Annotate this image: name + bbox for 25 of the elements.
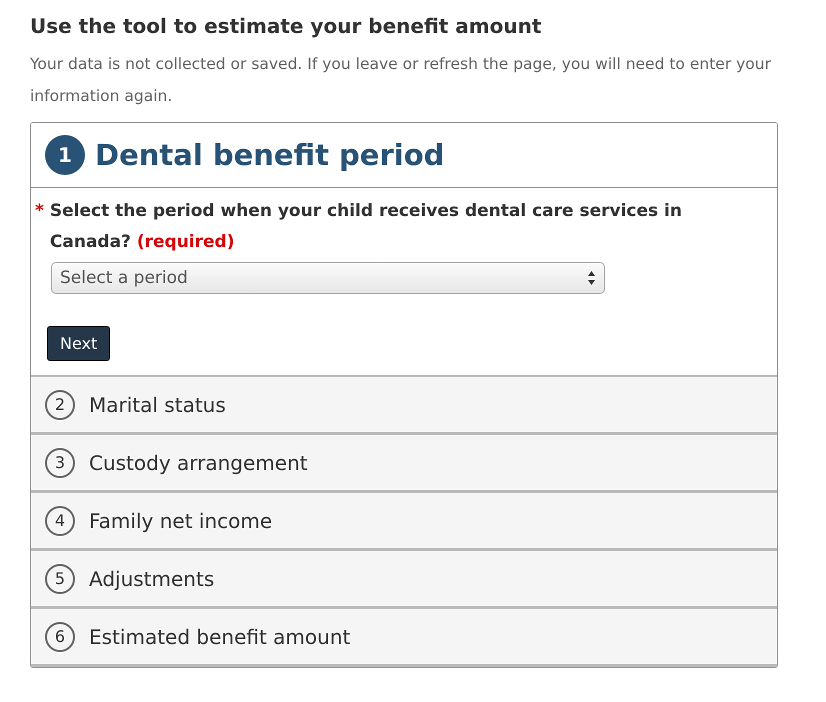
required-mark: * (35, 200, 44, 223)
step-row[interactable]: 2 Marital status (31, 377, 777, 435)
step-number: 5 (45, 564, 75, 594)
step-title: Marital status (89, 392, 226, 416)
step-title: Adjustments (89, 566, 214, 590)
step-number: 1 (45, 135, 85, 175)
step-title: Estimated benefit amount (89, 624, 350, 648)
section-heading: Use the tool to estimate your benefit amount (30, 14, 542, 38)
step-row[interactable]: 5 Adjustments (31, 551, 777, 609)
step-number: 3 (45, 448, 75, 478)
step-row[interactable]: 3 Custody arrangement (31, 435, 777, 493)
step-number: 2 (45, 390, 75, 420)
step-header[interactable]: 1 Dental benefit period (31, 123, 777, 188)
step-title: Family net income (89, 508, 272, 532)
question-label: Select the period when your child receives dental care services in Canada? (required) (50, 200, 683, 254)
updown-icon (587, 270, 596, 286)
next-button[interactable]: Next (47, 326, 110, 361)
period-select[interactable]: Select a period (51, 262, 605, 294)
step-title: Custody arrangement (89, 450, 308, 474)
step-number: 6 (45, 622, 75, 652)
step-row[interactable]: 6 Estimated benefit amount (31, 609, 777, 667)
privacy-notice: Your data is not collected or saved. If you leave or refresh the page, you will need to enter your information again. (30, 54, 772, 107)
step-number: 4 (45, 506, 75, 536)
step-row[interactable]: 4 Family net income (31, 493, 777, 551)
step-title: Dental benefit period (95, 138, 444, 172)
